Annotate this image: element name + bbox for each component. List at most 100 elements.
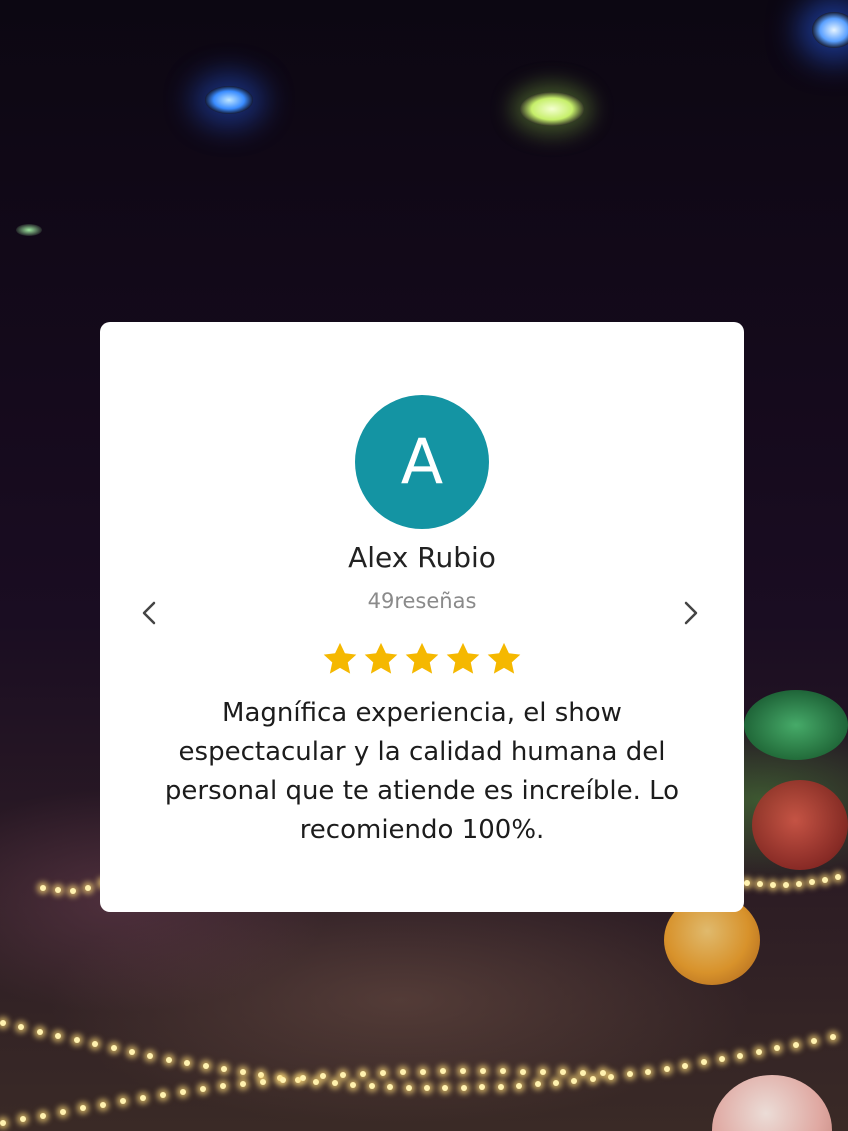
fairy-light [200, 1086, 206, 1092]
star-icon [446, 642, 480, 674]
stage-light [812, 12, 848, 48]
fairy-light [809, 879, 815, 886]
lantern [744, 690, 848, 760]
fairy-light [811, 1037, 818, 1044]
previous-review-button[interactable] [135, 598, 165, 628]
fairy-light [55, 887, 61, 894]
fairy-light [120, 1098, 126, 1105]
fairy-light [744, 880, 750, 886]
fairy-light [497, 1083, 504, 1090]
fairy-light [85, 884, 91, 891]
fairy-light [40, 1112, 46, 1119]
fairy-light [560, 1069, 566, 1076]
fairy-light [682, 1062, 689, 1069]
fairy-light [792, 1041, 799, 1048]
fairy-light [737, 1052, 744, 1059]
fairy-light [700, 1059, 707, 1066]
fairy-light [368, 1083, 375, 1090]
fairy-light [0, 1120, 6, 1126]
fairy-light [70, 887, 76, 894]
fairy-light [600, 1070, 606, 1076]
fairy-light [387, 1084, 394, 1090]
fairy-light [350, 1081, 357, 1088]
fairy-light [147, 1052, 154, 1059]
fairy-light [140, 1094, 146, 1101]
lantern [752, 780, 848, 870]
fairy-light [783, 881, 789, 888]
avatar: A [355, 395, 489, 529]
fairy-light [331, 1080, 338, 1087]
fairy-light [500, 1068, 506, 1075]
fairy-light [405, 1084, 412, 1091]
stage-light [520, 92, 584, 126]
fairy-light [589, 1075, 596, 1082]
fairy-light [320, 1073, 326, 1080]
star-icon [405, 642, 439, 674]
fairy-light [300, 1075, 306, 1081]
stage-light [205, 86, 253, 114]
fairy-light [202, 1063, 209, 1070]
fairy-light [645, 1068, 652, 1075]
fairy-light [165, 1056, 172, 1063]
fairy-light [580, 1069, 586, 1076]
star-rating [100, 640, 744, 678]
review-count: 49reseñas [367, 589, 477, 613]
chevron-left-icon [142, 601, 156, 625]
fairy-light [424, 1085, 430, 1091]
fairy-light [239, 1069, 246, 1076]
fairy-light [380, 1070, 386, 1077]
fairy-light [755, 1049, 762, 1055]
fairy-light [520, 1068, 526, 1075]
fairy-light [835, 873, 841, 880]
fairy-light [313, 1078, 320, 1085]
fairy-light [129, 1049, 136, 1056]
fairy-light [774, 1045, 781, 1052]
next-review-button[interactable] [675, 598, 705, 628]
fairy-light [36, 1028, 43, 1035]
fairy-light [110, 1045, 117, 1052]
review-text: Magnífica experiencia, el show espectacu… [164, 698, 680, 845]
fairy-light [220, 1083, 226, 1090]
fairy-light [540, 1068, 546, 1075]
fairy-light [260, 1078, 266, 1085]
fairy-light [60, 1108, 66, 1115]
background-photo: A Alex Rubio 49reseñas Magnífica experie… [0, 0, 848, 1131]
fairy-light [440, 1068, 446, 1075]
fairy-light [571, 1078, 578, 1084]
fairy-light [460, 1084, 467, 1091]
fairy-light [240, 1080, 246, 1087]
fairy-light [796, 881, 802, 887]
star-icon [323, 642, 357, 674]
fairy-light [221, 1066, 228, 1073]
fairy-light [534, 1081, 541, 1088]
fairy-light [400, 1069, 406, 1076]
fairy-light [480, 1068, 486, 1075]
fairy-light [184, 1060, 191, 1067]
fairy-light [663, 1065, 670, 1072]
fairy-light [258, 1072, 265, 1079]
fairy-light [18, 1024, 25, 1031]
fairy-light [40, 885, 46, 891]
fairy-light [553, 1079, 560, 1086]
fairy-light [442, 1085, 449, 1092]
fairy-light [608, 1073, 615, 1080]
fairy-light [829, 1033, 836, 1040]
fairy-light [55, 1032, 62, 1039]
lantern [712, 1075, 832, 1131]
fairy-light [360, 1070, 366, 1077]
star-icon [364, 642, 398, 674]
fairy-light [770, 881, 776, 888]
fairy-light [0, 1020, 6, 1026]
fairy-light [20, 1116, 26, 1123]
fairy-light [757, 881, 763, 888]
star-icon [487, 642, 521, 674]
fairy-light [718, 1056, 725, 1063]
fairy-light [460, 1068, 466, 1075]
stage-light [16, 224, 42, 236]
fairy-light [80, 1105, 86, 1112]
fairy-light [160, 1091, 166, 1098]
fairy-light [180, 1088, 186, 1095]
fairy-light [822, 876, 828, 883]
fairy-light [92, 1041, 99, 1048]
fairy-light [73, 1037, 80, 1044]
